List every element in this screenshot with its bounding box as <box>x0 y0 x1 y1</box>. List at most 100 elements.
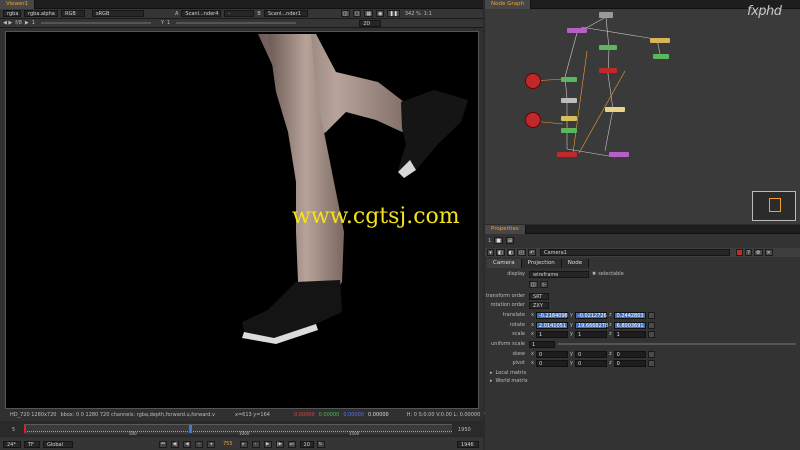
display-dropdown[interactable]: wireframe <box>529 270 589 278</box>
transform-axis-icon[interactable]: ⊹ <box>539 280 548 288</box>
global-dropdown[interactable]: Global <box>43 440 73 448</box>
world-matrix-label[interactable]: World matrix <box>496 378 528 384</box>
node-viewer[interactable] <box>605 107 625 112</box>
gain-slider[interactable] <box>40 22 151 24</box>
play-icon[interactable]: ▶ <box>263 440 272 448</box>
timeline-track[interactable]: 500 1000 1500 <box>24 424 452 436</box>
b-input-dropdown[interactable]: Scanl...nder1 <box>263 10 308 17</box>
node-yellow-mid[interactable] <box>561 116 577 121</box>
pivot-z-field[interactable]: 0 <box>613 359 646 367</box>
loop-icon[interactable]: ↻ <box>316 440 325 448</box>
scale-y-field[interactable]: 1 <box>574 330 607 338</box>
current-frame[interactable]: 755 <box>223 441 233 447</box>
nodegraph-minimap[interactable] <box>752 191 796 221</box>
translate-anim-icon[interactable] <box>647 311 655 319</box>
uniform-scale-field[interactable]: 1 <box>529 340 555 348</box>
rotation-order-dropdown[interactable]: ZXY <box>529 301 549 309</box>
pause-icon[interactable]: ❚❚ <box>387 10 400 17</box>
tab-projection[interactable]: Projection <box>521 259 562 268</box>
minimap-viewport[interactable] <box>769 198 781 212</box>
gain-value[interactable]: 1 <box>32 20 35 26</box>
node-green-low[interactable] <box>561 128 577 133</box>
pivot-anim-icon[interactable] <box>647 359 655 367</box>
alpha-dropdown[interactable]: rgba.alpha <box>24 10 58 17</box>
settings-icon[interactable]: ⚙ <box>754 249 763 256</box>
fstop-value[interactable]: f/8 <box>15 20 22 26</box>
node-merge-top[interactable] <box>599 45 617 50</box>
rgb-dropdown[interactable]: RGB <box>61 10 85 17</box>
local-matrix-label[interactable]: Local matrix <box>496 370 527 376</box>
skew-z-field[interactable]: 0 <box>613 350 646 358</box>
translate-z-field[interactable]: 0.2442803 <box>613 311 646 319</box>
rotate-anim-icon[interactable] <box>647 321 655 329</box>
step-forward-icon[interactable]: › <box>251 440 260 448</box>
play-back-icon[interactable]: ◀ <box>183 440 191 448</box>
overlay-icon[interactable]: ◉ <box>376 10 385 17</box>
channels-dropdown[interactable]: rgba <box>3 10 21 17</box>
lut-dropdown[interactable]: sRGB <box>92 10 144 17</box>
proxy-icon[interactable]: ▢ <box>352 10 362 17</box>
ab-operation-dropdown[interactable]: - <box>224 10 255 17</box>
translate-y-field[interactable]: -0.0212726 <box>574 311 607 319</box>
scale-anim-icon[interactable] <box>647 330 655 338</box>
rotate-x-field[interactable]: 2.0141051 <box>535 321 568 329</box>
end-frame-field[interactable]: 1946 <box>457 440 479 448</box>
node-camera-circle[interactable] <box>525 73 541 89</box>
tab-properties[interactable]: Properties <box>485 225 526 234</box>
selectable-checkbox[interactable]: ✖ <box>592 271 596 277</box>
tab-node-graph[interactable]: Node Graph <box>485 0 531 9</box>
node-camera-left[interactable] <box>561 77 577 82</box>
close-icon[interactable]: ✕ <box>764 249 773 256</box>
pivot-y-field[interactable]: 0 <box>574 359 607 367</box>
node-transform[interactable] <box>650 38 670 43</box>
camera-icon[interactable]: ◰ <box>517 249 526 256</box>
tab-viewer1[interactable]: Viewer1 <box>0 0 36 9</box>
in-marker[interactable] <box>24 425 26 433</box>
gamma-value[interactable]: 1 <box>167 20 170 26</box>
next-key-icon[interactable]: |▶ <box>275 440 284 448</box>
gamma-slider[interactable] <box>176 22 297 24</box>
viewer-canvas[interactable]: www.cgtsj.com <box>5 31 479 409</box>
zoom-ratio[interactable]: 1:1 <box>424 11 432 17</box>
local-matrix-expand-icon[interactable]: ▸ <box>490 370 493 376</box>
step-field[interactable]: 10 <box>299 440 314 448</box>
pivot-x-field[interactable]: 0 <box>535 359 568 367</box>
fstop-icon[interactable]: ◀ ▶ <box>3 20 12 26</box>
zoom-level[interactable]: 342 % <box>405 11 421 17</box>
node-green-right[interactable] <box>653 54 669 59</box>
fps-dropdown[interactable]: 24* <box>3 440 21 448</box>
tab-camera[interactable]: Camera <box>487 259 522 268</box>
scale-z-field[interactable]: 1 <box>613 330 646 338</box>
undo-icon[interactable]: ↶ <box>527 249 537 256</box>
tf-dropdown[interactable]: TF <box>24 440 40 448</box>
last-frame-icon[interactable]: ⏭ <box>287 440 296 448</box>
node-color-icon[interactable]: ◐ <box>506 249 516 256</box>
scale-x-field[interactable]: 1 <box>535 330 568 338</box>
step-back-icon[interactable]: ‹ <box>195 440 203 448</box>
node-grey-mid[interactable] <box>561 98 577 103</box>
skew-x-field[interactable]: 0 <box>535 350 568 358</box>
tab-node[interactable]: Node <box>561 259 590 268</box>
lock-icon[interactable]: ■ <box>494 237 503 244</box>
node-scanline-top[interactable] <box>567 28 587 33</box>
properties-settings-icon[interactable]: ⊞ <box>505 237 515 244</box>
world-matrix-expand-icon[interactable]: ▸ <box>490 378 493 384</box>
transform-handle-icon[interactable]: ◫ <box>529 280 538 288</box>
color-swatch-icon[interactable] <box>736 249 744 256</box>
uniform-scale-slider[interactable] <box>558 343 796 345</box>
node-axis-circle[interactable] <box>525 112 541 128</box>
gain-arrow-icon[interactable]: ▶ <box>25 20 29 26</box>
translate-x-field[interactable]: -0.2184098 <box>535 311 568 319</box>
transform-order-dropdown[interactable]: SRT <box>529 292 549 300</box>
prev-key-icon[interactable]: ◀| <box>171 440 179 448</box>
skew-anim-icon[interactable] <box>647 350 655 358</box>
max-panels-field[interactable]: 1 <box>488 238 491 244</box>
node-red[interactable] <box>599 68 617 73</box>
prev-frame-icon[interactable]: ◂ <box>207 440 215 448</box>
help-icon[interactable]: ? <box>745 249 753 256</box>
node-scanline-bottom[interactable] <box>609 152 629 157</box>
node-name-field[interactable]: Camera1 <box>540 249 731 256</box>
rotate-z-field[interactable]: 6.8003691 <box>613 321 646 329</box>
next-frame-icon[interactable]: ▸ <box>239 440 248 448</box>
collapse-icon[interactable]: ▾ <box>487 249 494 256</box>
